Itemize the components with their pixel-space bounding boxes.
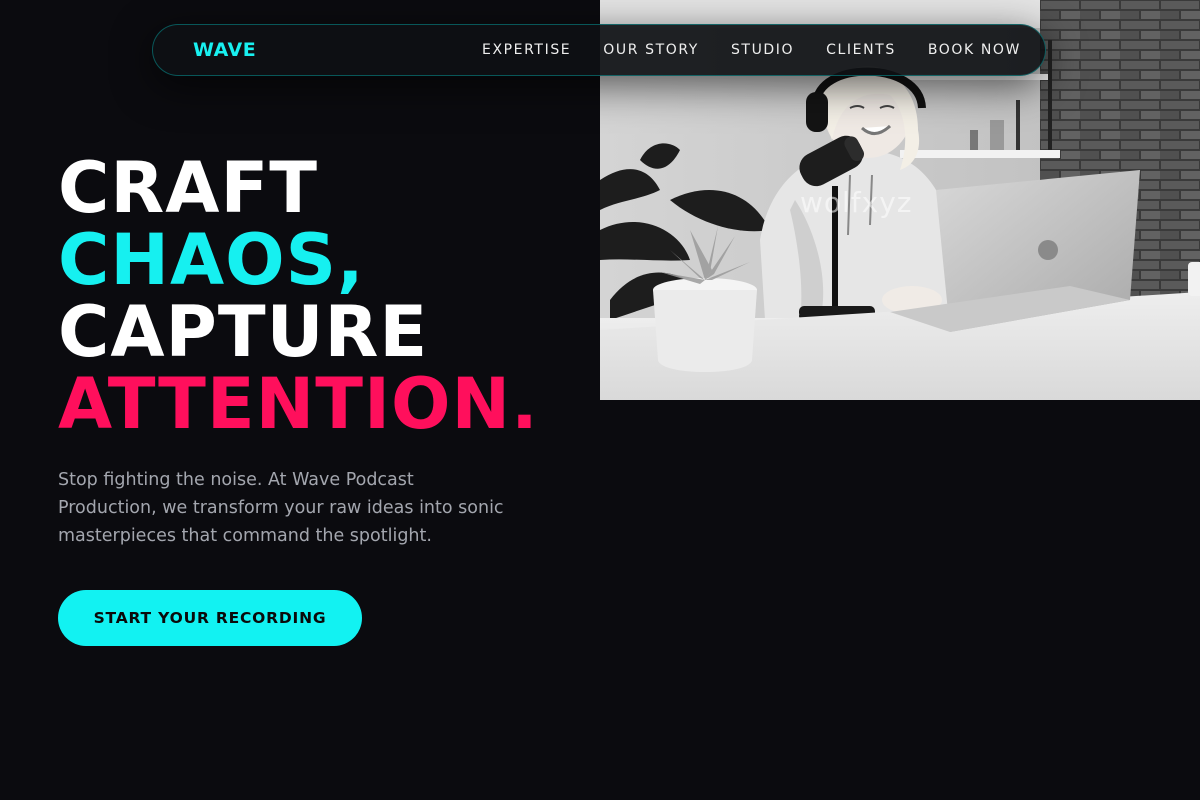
start-recording-button[interactable]: START YOUR RECORDING [58, 590, 362, 646]
nav-item-studio[interactable]: STUDIO [731, 42, 794, 58]
photo-watermark: wolfxyz [800, 186, 913, 219]
headline-line-chaos: CHAOS, [58, 219, 365, 301]
hero-headline: CRAFT CHAOS, CAPTURE ATTENTION. [58, 152, 539, 440]
hero-subtext: Stop fighting the noise. At Wave Podcast… [58, 470, 504, 546]
nav-links: EXPERTISE OUR STORY STUDIO CLIENTS BOOK … [482, 42, 1021, 58]
headline-line-attention: ATTENTION. [58, 363, 539, 445]
nav-item-book-now[interactable]: BOOK NOW [928, 42, 1021, 58]
headline-line-capture: CAPTURE [58, 291, 429, 373]
nav-item-our-story[interactable]: OUR STORY [603, 42, 699, 58]
nav-item-expertise[interactable]: EXPERTISE [482, 42, 571, 58]
landing-page: wolfxyz WAVE EXPERTISE OUR STORY STUDIO … [0, 0, 1200, 800]
wave-logo[interactable]: WAVE [193, 39, 256, 61]
main-navbar: WAVE EXPERTISE OUR STORY STUDIO CLIENTS … [152, 24, 1046, 76]
nav-item-clients[interactable]: CLIENTS [826, 42, 896, 58]
headline-line-craft: CRAFT [58, 147, 319, 229]
